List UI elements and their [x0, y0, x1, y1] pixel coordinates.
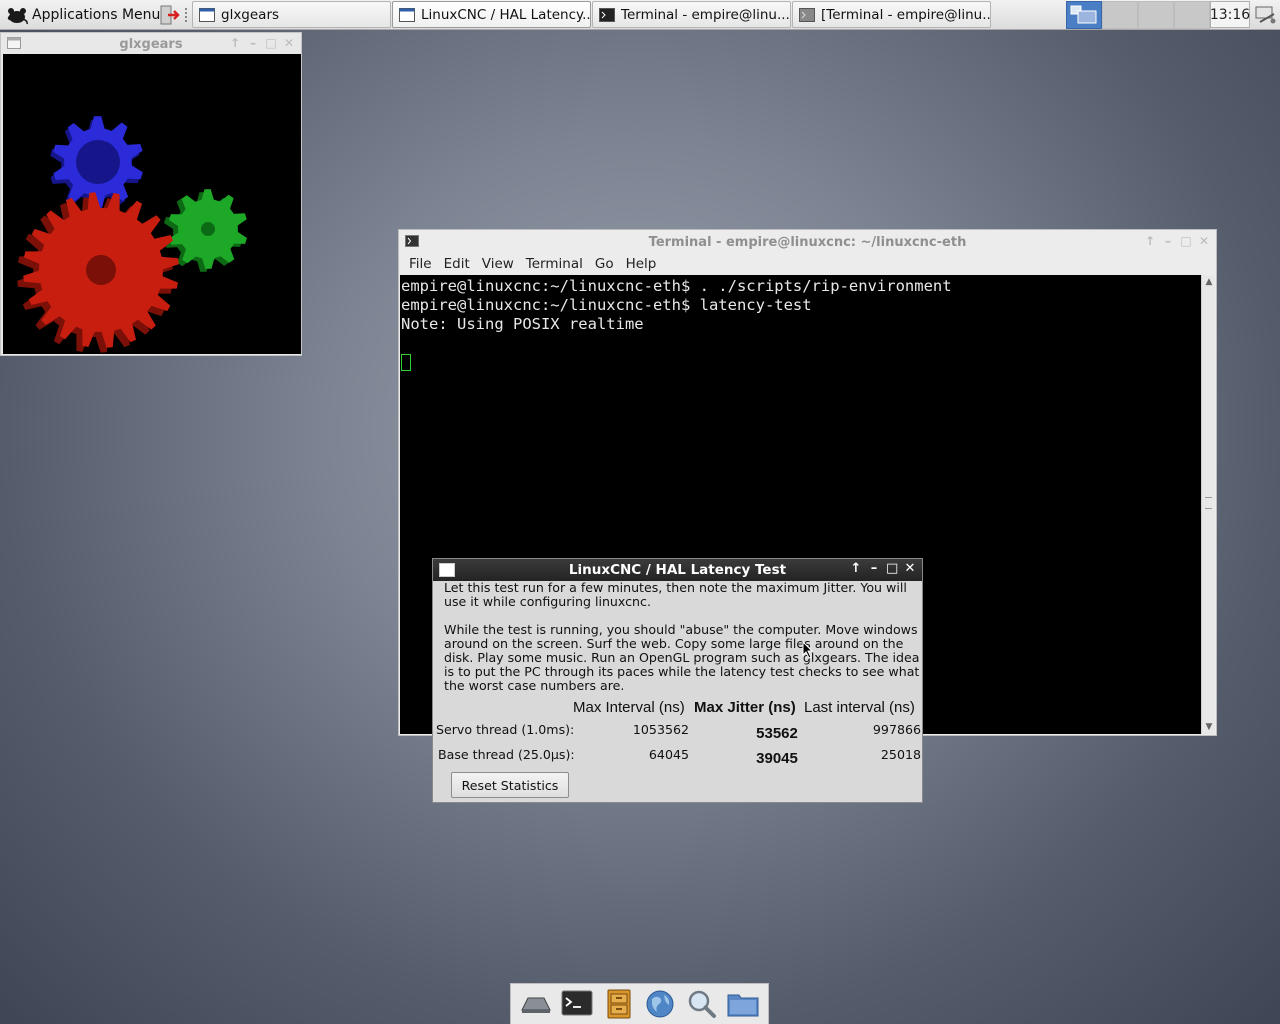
logout-icon[interactable] — [158, 4, 180, 26]
clock[interactable]: 13:16 — [1210, 1, 1250, 28]
terminal-line: empire@linuxcnc:~/linuxcnc-eth$ . ./scri… — [401, 277, 952, 295]
servo-max-interval: 1053562 — [632, 722, 689, 737]
network-icon[interactable] — [1254, 4, 1276, 26]
web-browser-icon[interactable] — [643, 987, 677, 1021]
menu-file[interactable]: File — [403, 254, 438, 274]
window-title: LinuxCNC / HAL Latency Test — [568, 562, 787, 578]
shade-button[interactable]: ↑ — [1144, 233, 1156, 249]
terminal-titlebar[interactable]: Terminal - empire@linuxcnc: ~/linuxcnc-e… — [399, 230, 1216, 254]
task-terminal-minimized[interactable]: [Terminal - empire@linu... — [792, 1, 991, 28]
scroll-up-arrow-icon[interactable]: ▲ — [1202, 275, 1216, 289]
servo-last-interval: 997866 — [872, 722, 921, 737]
terminal-icon[interactable] — [560, 987, 594, 1021]
applications-menu-label: Applications Menu — [32, 7, 161, 23]
task-label: Terminal - empire@linu... — [621, 6, 790, 23]
workspace-2[interactable] — [1102, 1, 1138, 29]
scrollbar-grip[interactable] — [1205, 497, 1212, 509]
close-button[interactable]: ✕ — [283, 35, 295, 51]
glxgears-canvas[interactable] — [3, 54, 301, 354]
workspace-4[interactable] — [1174, 1, 1210, 29]
bottom-dock — [510, 983, 769, 1024]
instruction-paragraph: Let this test run for a few minutes, the… — [444, 580, 907, 609]
window-menu-icon[interactable] — [7, 37, 21, 49]
gears-illustration — [17, 116, 247, 353]
task-label: LinuxCNC / HAL Latency... — [421, 6, 591, 23]
glxgears-window: glxgears ↑ – □ ✕ — [0, 32, 302, 356]
terminal-line: empire@linuxcnc:~/linuxcnc-eth$ latency-… — [401, 296, 812, 314]
minimize-button[interactable]: – — [868, 561, 880, 577]
base-last-interval: 25018 — [880, 747, 921, 762]
base-max-interval: 64045 — [648, 747, 689, 762]
panel-separator — [185, 8, 189, 22]
latency-test-window: LinuxCNC / HAL Latency Test ↑ – □ ✕ Let … — [432, 558, 923, 803]
terminal-icon[interactable] — [405, 235, 419, 247]
terminal-icon — [599, 7, 615, 22]
header-max-interval: Max Interval (ns) — [573, 699, 685, 716]
search-icon[interactable] — [685, 987, 719, 1021]
task-label: [Terminal - empire@linu... — [821, 6, 991, 23]
applications-menu-button[interactable]: Applications Menu — [2, 2, 164, 28]
maximize-button[interactable]: □ — [265, 35, 277, 51]
menu-edit[interactable]: Edit — [438, 254, 476, 274]
task-terminal[interactable]: Terminal - empire@linu... — [592, 1, 791, 28]
glxgears-titlebar[interactable]: glxgears ↑ – □ ✕ — [1, 33, 301, 55]
workspace-1[interactable] — [1066, 1, 1102, 29]
top-panel: Applications Menu glxgears LinuxCNC / HA… — [0, 0, 1280, 30]
terminal-menubar: File Edit View Terminal Go Help — [399, 254, 662, 274]
servo-max-jitter: 53562 — [756, 725, 798, 742]
menu-view[interactable]: View — [476, 254, 520, 274]
file-cabinet-icon[interactable] — [602, 987, 636, 1021]
close-button[interactable]: ✕ — [1198, 233, 1210, 249]
window-icon — [199, 7, 215, 22]
instructions: Let this test run for a few minutes, the… — [444, 581, 924, 707]
menu-go[interactable]: Go — [589, 254, 620, 274]
shade-button[interactable]: ↑ — [229, 35, 241, 51]
terminal-scrollbar[interactable]: ▲ ▼ — [1201, 275, 1215, 734]
workspace-3[interactable] — [1138, 1, 1174, 29]
menu-help[interactable]: Help — [620, 254, 663, 274]
latency-titlebar[interactable]: LinuxCNC / HAL Latency Test ↑ – □ ✕ — [433, 559, 922, 581]
task-glxgears[interactable]: glxgears — [192, 1, 391, 28]
header-last-interval: Last interval (ns) — [804, 699, 915, 716]
window-title: Terminal - empire@linuxcnc: ~/linuxcnc-e… — [648, 234, 967, 250]
workspace-preview-icon — [1070, 5, 1097, 24]
scroll-down-arrow-icon[interactable]: ▼ — [1202, 720, 1216, 734]
reset-statistics-button[interactable]: Reset Statistics — [451, 772, 569, 798]
shade-button[interactable]: ↑ — [850, 561, 862, 577]
minimize-button[interactable]: – — [1162, 233, 1174, 249]
row-label-base: Base thread (25.0µs): — [438, 747, 575, 762]
show-desktop-icon[interactable] — [519, 987, 553, 1021]
task-label: glxgears — [221, 6, 280, 23]
xfce-mouse-icon — [7, 8, 28, 25]
close-button[interactable]: ✕ — [904, 561, 916, 577]
row-label-servo: Servo thread (1.0ms): — [436, 722, 575, 737]
maximize-button[interactable]: □ — [886, 561, 898, 577]
mouse-pointer-icon — [802, 641, 814, 659]
base-max-jitter: 39045 — [756, 750, 798, 767]
window-title: glxgears — [119, 36, 183, 52]
window-menu-icon[interactable] — [439, 563, 455, 577]
header-max-jitter: Max Jitter (ns) — [694, 699, 796, 716]
folder-icon[interactable] — [726, 987, 760, 1021]
menu-terminal[interactable]: Terminal — [520, 254, 589, 274]
terminal-line: Note: Using POSIX realtime — [401, 315, 644, 333]
maximize-button[interactable]: □ — [1180, 233, 1192, 249]
task-latency-test[interactable]: LinuxCNC / HAL Latency... — [392, 1, 591, 28]
terminal-cursor — [401, 354, 411, 371]
instruction-paragraph: While the test is running, you should "a… — [444, 622, 920, 693]
window-icon — [399, 7, 415, 22]
minimize-button[interactable]: – — [247, 35, 259, 51]
terminal-icon — [799, 7, 815, 22]
